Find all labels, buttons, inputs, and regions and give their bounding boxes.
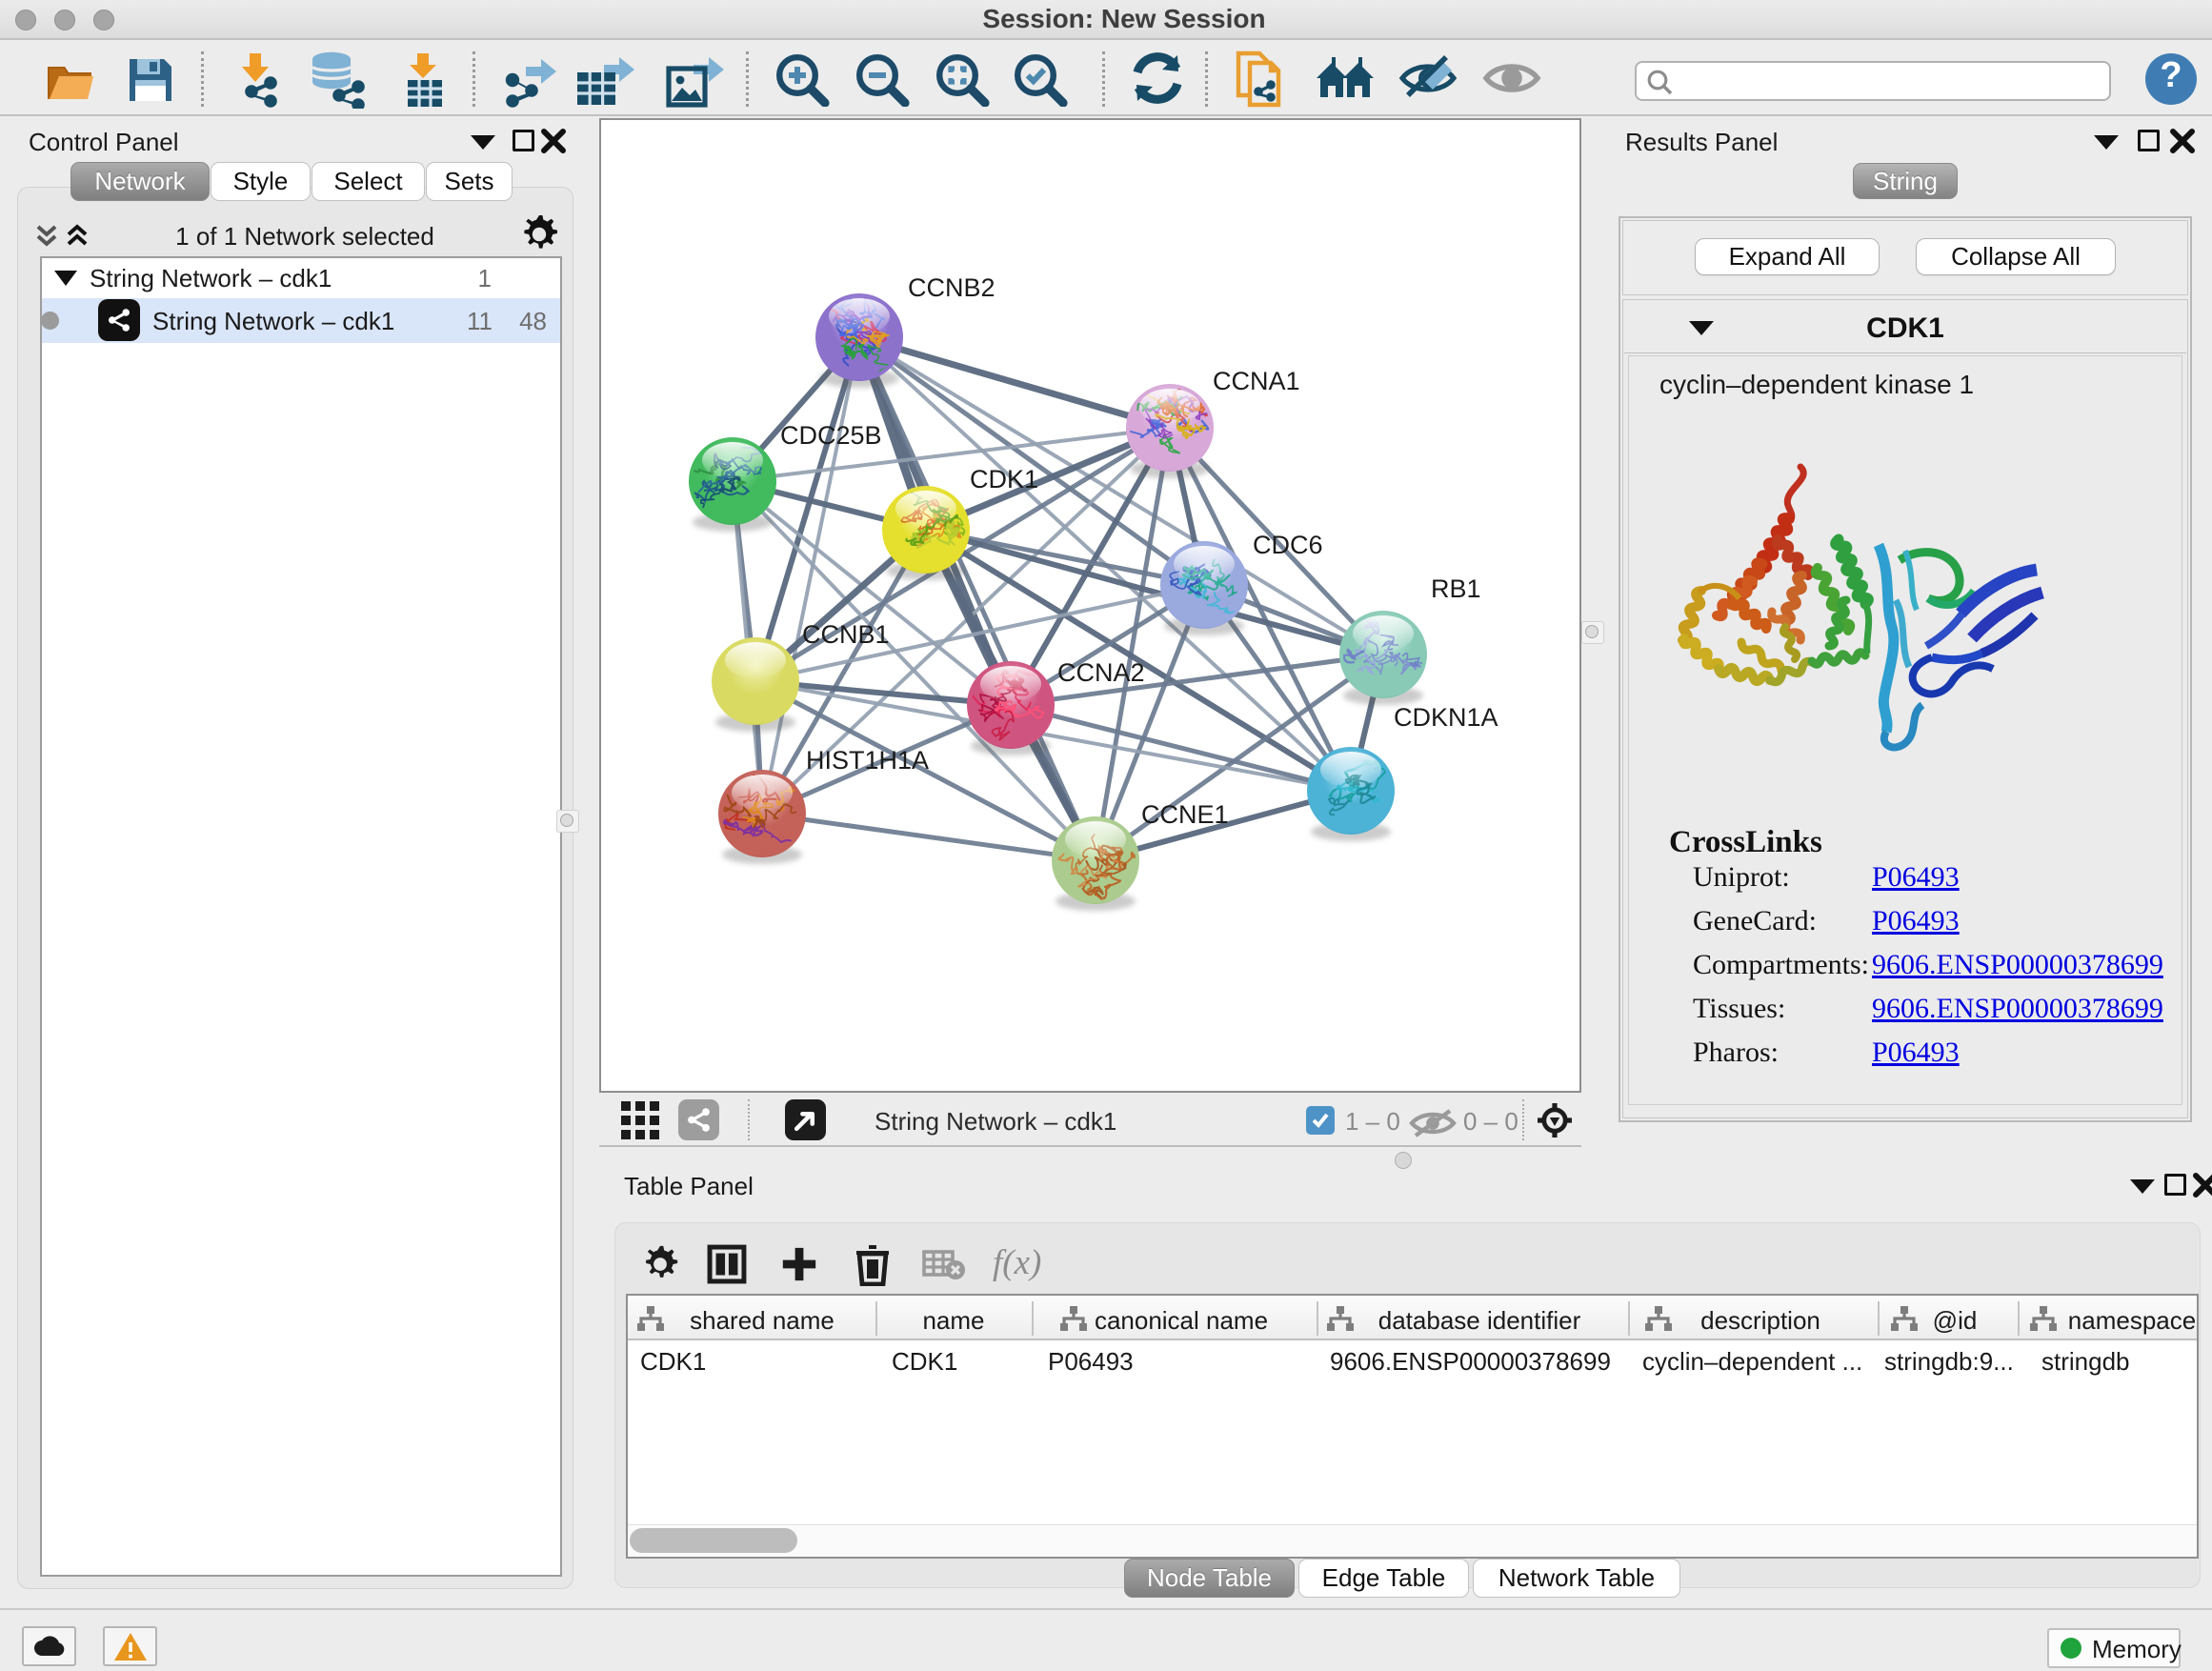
svg-text:HIST1H1A: HIST1H1A: [806, 746, 929, 775]
svg-text:CCNB2: CCNB2: [908, 273, 995, 302]
svg-text:CCNE1: CCNE1: [1141, 800, 1229, 829]
svg-text:CDK1: CDK1: [970, 465, 1038, 493]
svg-text:CDC6: CDC6: [1253, 531, 1323, 559]
svg-text:CDKN1A: CDKN1A: [1394, 703, 1498, 732]
svg-text:CCNA2: CCNA2: [1057, 658, 1145, 687]
svg-text:CCNA1: CCNA1: [1213, 367, 1300, 395]
svg-text:CCNB1: CCNB1: [802, 620, 890, 649]
svg-text:RB1: RB1: [1431, 574, 1481, 603]
svg-text:CDC25B: CDC25B: [780, 421, 882, 450]
